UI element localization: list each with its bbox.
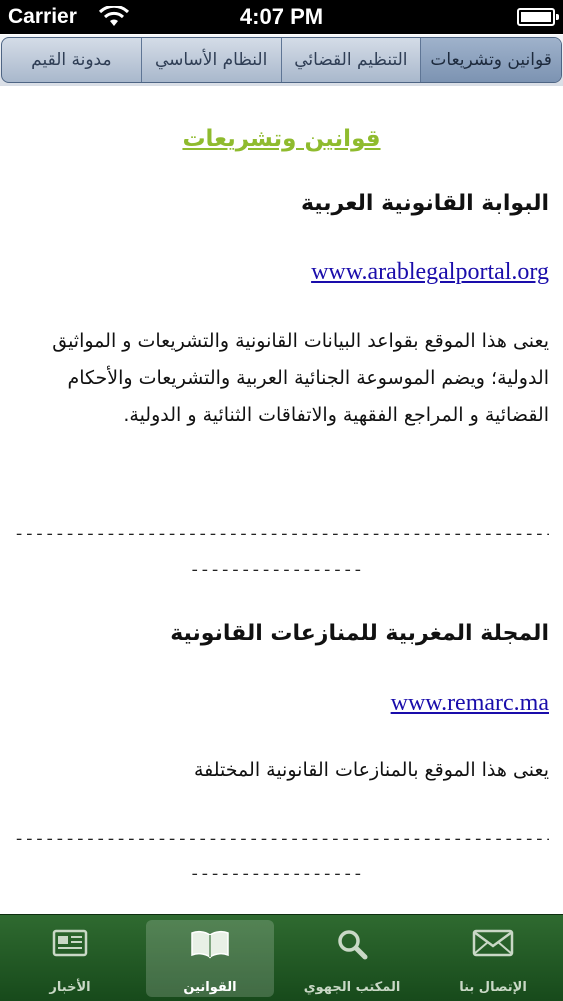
category-segmented-control: مدونة القيم النظام الأساسي التنظيم القضا… (0, 35, 563, 86)
tab-bar: الأخبار القوانين المكتب الجهوي الإتصال ب… (0, 914, 563, 1001)
battery-icon (517, 8, 559, 26)
site-link[interactable]: www.arablegalportal.org (14, 259, 549, 286)
content-area[interactable]: قوانين وتشريعات البوابة القانونية العربي… (0, 86, 563, 914)
tab-label: الإتصال بنا (459, 980, 527, 995)
segment-judicial-organization[interactable]: التنظيم القضائي (282, 38, 422, 82)
page-title: قوانين وتشريعات (182, 126, 381, 152)
newspaper-icon (52, 929, 88, 957)
search-icon (338, 930, 368, 960)
status-bar: Carrier 4:07 PM (0, 0, 563, 34)
tab-label: المكتب الجهوي (303, 980, 401, 995)
segment-laws-legislation[interactable]: قوانين وتشريعات (421, 38, 561, 82)
tab-regional-office[interactable]: المكتب الجهوي (282, 915, 422, 1001)
site-description: يعنى هذا الموقع بالمنازعات القانونية الم… (193, 759, 549, 781)
segment-basic-statute[interactable]: النظام الأساسي (142, 38, 282, 82)
separator: ----------------------------------------… (14, 526, 549, 545)
site-name: البوابة القانونية العربية (300, 191, 549, 216)
site-name: المجلة المغربية للمنازعات القانونية (170, 621, 549, 646)
envelope-icon (472, 929, 514, 957)
separator: ----------------- (189, 866, 363, 885)
segment-code-of-values[interactable]: مدونة القيم (2, 38, 142, 82)
site-description: يعنى هذا الموقع بقواعد البيانات القانوني… (52, 330, 549, 426)
tab-label: القوانين (183, 980, 237, 995)
book-icon (191, 930, 229, 959)
tab-laws[interactable]: القوانين (140, 915, 280, 1001)
tab-contact[interactable]: الإتصال بنا (423, 915, 563, 1001)
separator: ----------------- (189, 562, 363, 581)
site-link[interactable]: www.remarc.ma (14, 690, 549, 717)
tab-label: الأخبار (49, 980, 91, 995)
clock: 4:07 PM (239, 4, 324, 29)
separator: ----------------------------------------… (14, 831, 549, 850)
tab-news[interactable]: الأخبار (0, 915, 140, 1001)
